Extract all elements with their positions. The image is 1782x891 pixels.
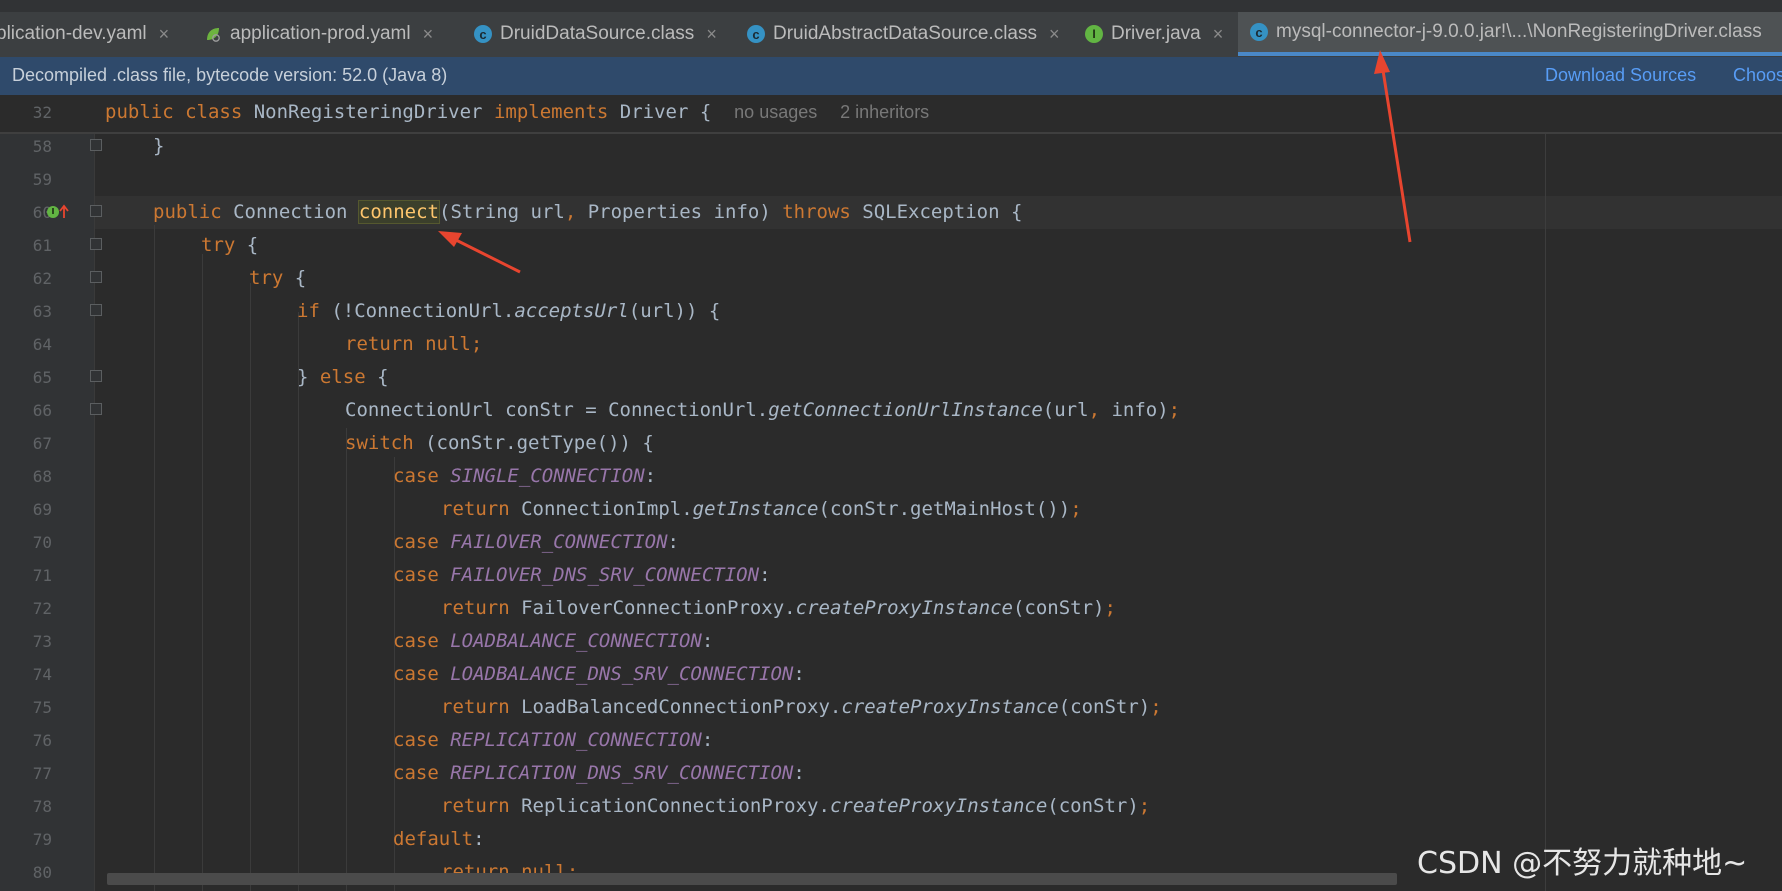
annotation-arrows bbox=[438, 50, 1412, 274]
arrow-to-connect bbox=[438, 231, 521, 274]
arrow-to-active-tab bbox=[1374, 50, 1412, 243]
